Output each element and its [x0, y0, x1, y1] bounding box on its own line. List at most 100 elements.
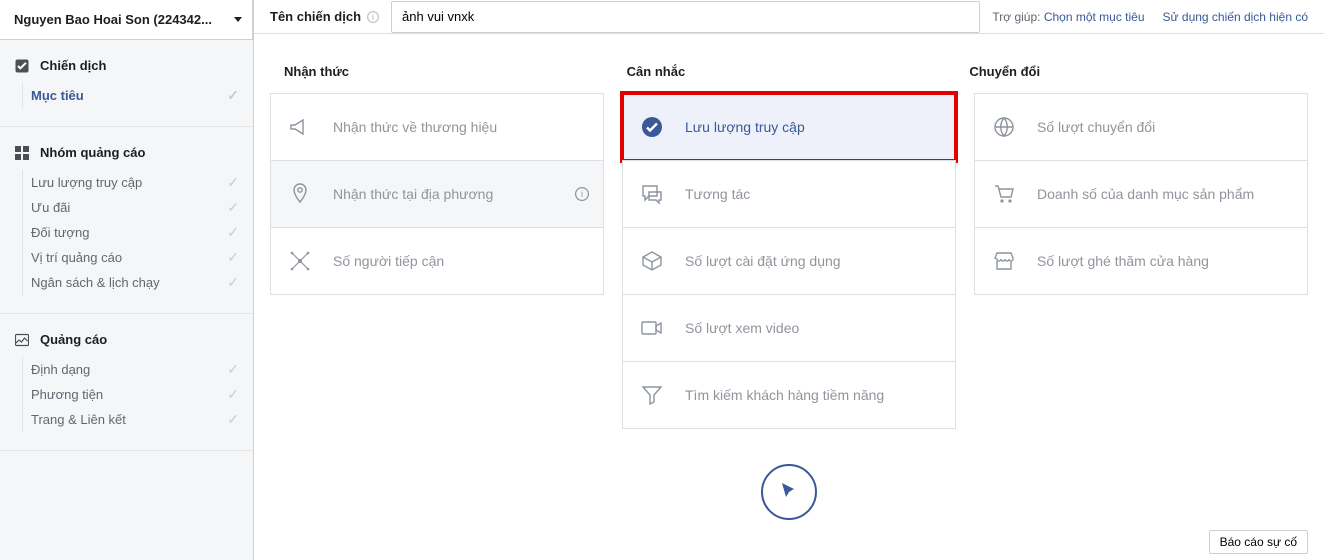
objective-col-consideration: Lưu lượng truy cập Tương tác Số lượt cài… [622, 93, 956, 428]
campaign-name-label-text: Tên chiến dịch [270, 9, 361, 24]
col-header-consideration: Cân nhắc [627, 64, 952, 79]
nav-head-label: Nhóm quảng cáo [40, 145, 145, 160]
check-icon: ✓ [227, 274, 239, 291]
card-label: Nhận thức tại địa phương [333, 186, 493, 202]
sidebar-item-offers[interactable]: Ưu đãi ✓ [31, 195, 253, 220]
check-circle-icon [637, 112, 667, 142]
nav-group-adset: Nhóm quảng cáo Lưu lượng truy cập ✓ Ưu đ… [0, 127, 253, 314]
nav-group-campaign: Chiến dịch Mục tiêu ✓ [0, 40, 253, 127]
nav-head-label: Chiến dịch [40, 58, 106, 73]
globe-icon [989, 112, 1019, 142]
funnel-icon [637, 380, 667, 410]
check-icon: ✓ [227, 87, 239, 104]
sidebar-item-audience[interactable]: Đối tượng ✓ [31, 220, 253, 245]
objective-card-traffic[interactable]: Lưu lượng truy cập [622, 93, 956, 161]
card-label: Tương tác [685, 186, 750, 202]
campaign-name-input[interactable] [391, 1, 980, 33]
info-icon: i [575, 187, 589, 201]
bottom-illustration [270, 464, 1308, 560]
svg-text:i: i [372, 13, 374, 22]
nav-group-ad: Quảng cáo Định dạng ✓ Phương tiện ✓ Tran… [0, 314, 253, 451]
sidebar-item-label: Vị trí quảng cáo [31, 250, 122, 265]
grid-icon [14, 146, 30, 160]
objective-card-catalog-sales[interactable]: Doanh số của danh mục sản phẩm [974, 160, 1308, 228]
sidebar-item-label: Trang & Liên kết [31, 412, 126, 427]
video-icon [637, 313, 667, 343]
cursor-click-icon [761, 464, 817, 520]
nav-head-ad[interactable]: Quảng cáo [0, 332, 253, 357]
use-existing-link[interactable]: Sử dụng chiến dịch hiện có [1163, 10, 1308, 24]
col-header-conversion: Chuyển đổi [969, 64, 1294, 79]
sidebar-item-label: Ngân sách & lịch chạy [31, 275, 160, 290]
card-label: Số lượt cài đặt ứng dụng [685, 253, 841, 269]
card-label: Tìm kiếm khách hàng tiềm năng [685, 387, 884, 403]
objective-card-brand-awareness[interactable]: Nhận thức về thương hiệu [270, 93, 604, 161]
left-sidebar: Nguyen Bao Hoai Son (224342... Chiến dịc… [0, 0, 254, 560]
objective-card-app-installs[interactable]: Số lượt cài đặt ứng dụng [622, 227, 956, 295]
info-icon: i [367, 11, 379, 23]
objective-col-conversion: Số lượt chuyển đổi Doanh số của danh mục… [974, 93, 1308, 428]
card-label: Số lượt xem video [685, 320, 799, 336]
objective-card-reach[interactable]: Số người tiếp cận [270, 227, 604, 295]
sidebar-item-label: Phương tiện [31, 387, 103, 402]
objective-card-video-views[interactable]: Số lượt xem video [622, 294, 956, 362]
nav-head-label: Quảng cáo [40, 332, 107, 347]
report-bug-button[interactable]: Báo cáo sự cố [1209, 530, 1308, 554]
card-label: Doanh số của danh mục sản phẩm [1037, 186, 1254, 202]
megaphone-icon [285, 112, 315, 142]
objective-card-conversions[interactable]: Số lượt chuyển đổi [974, 93, 1308, 161]
sidebar-item-label: Ưu đãi [31, 200, 70, 215]
check-icon: ✓ [227, 411, 239, 428]
sidebar-item-label: Lưu lượng truy cập [31, 175, 142, 190]
objective-card-engagement[interactable]: Tương tác [622, 160, 956, 228]
objective-card-lead-gen[interactable]: Tìm kiếm khách hàng tiềm năng [622, 361, 956, 429]
card-label: Lưu lượng truy cập [685, 119, 805, 135]
sidebar-item-objective[interactable]: Mục tiêu ✓ [31, 83, 253, 108]
sidebar-item-format[interactable]: Định dạng ✓ [31, 357, 253, 382]
objective-card-local-awareness[interactable]: Nhận thức tại địa phương i [270, 160, 604, 228]
nav-head-adset[interactable]: Nhóm quảng cáo [0, 145, 253, 170]
card-label: Nhận thức về thương hiệu [333, 119, 497, 135]
sidebar-item-page-links[interactable]: Trang & Liên kết ✓ [31, 407, 253, 432]
help-link-text: Chọn một mục tiêu [1044, 10, 1145, 24]
main-panel: Tên chiến dịch i Trợ giúp: Chọn một mục … [254, 0, 1324, 560]
top-links: Trợ giúp: Chọn một mục tiêu Sử dụng chiế… [992, 10, 1308, 24]
checkbox-checked-icon [14, 59, 30, 73]
sidebar-item-label: Đối tượng [31, 225, 89, 240]
card-label: Số lượt chuyển đổi [1037, 119, 1155, 135]
sidebar-item-label: Mục tiêu [31, 88, 84, 103]
account-selector[interactable]: Nguyen Bao Hoai Son (224342... [0, 0, 253, 40]
col-header-awareness: Nhận thức [284, 64, 609, 79]
chevron-down-icon [234, 17, 242, 22]
help-prefix: Trợ giúp: [992, 10, 1043, 24]
cart-icon [989, 179, 1019, 209]
check-icon: ✓ [227, 386, 239, 403]
check-icon: ✓ [227, 199, 239, 216]
topbar: Tên chiến dịch i Trợ giúp: Chọn một mục … [254, 0, 1324, 34]
map-pin-icon [285, 179, 315, 209]
store-icon [989, 246, 1019, 276]
sidebar-item-label: Định dạng [31, 362, 90, 377]
card-label: Số người tiếp cận [333, 253, 444, 269]
objective-col-awareness: Nhận thức về thương hiệu Nhận thức tại đ… [270, 93, 604, 428]
image-icon [14, 333, 30, 347]
box-icon [637, 246, 667, 276]
sidebar-item-media[interactable]: Phương tiện ✓ [31, 382, 253, 407]
sidebar-item-placements[interactable]: Vị trí quảng cáo ✓ [31, 245, 253, 270]
chat-icon [637, 179, 667, 209]
card-label: Số lượt ghé thăm cửa hàng [1037, 253, 1209, 269]
nav-head-campaign[interactable]: Chiến dịch [0, 58, 253, 83]
objective-grid: Nhận thức về thương hiệu Nhận thức tại đ… [270, 93, 1308, 428]
campaign-name-label: Tên chiến dịch i [270, 9, 379, 24]
check-icon: ✓ [227, 224, 239, 241]
sidebar-item-budget[interactable]: Ngân sách & lịch chạy ✓ [31, 270, 253, 295]
check-icon: ✓ [227, 249, 239, 266]
check-icon: ✓ [227, 174, 239, 191]
help-link[interactable]: Trợ giúp: Chọn một mục tiêu [992, 10, 1144, 24]
sidebar-item-traffic[interactable]: Lưu lượng truy cập ✓ [31, 170, 253, 195]
objective-column-headers: Nhận thức Cân nhắc Chuyển đổi [270, 34, 1308, 93]
check-icon: ✓ [227, 361, 239, 378]
reach-icon [285, 246, 315, 276]
objective-card-store-visits[interactable]: Số lượt ghé thăm cửa hàng [974, 227, 1308, 295]
account-name: Nguyen Bao Hoai Son (224342... [14, 12, 212, 27]
